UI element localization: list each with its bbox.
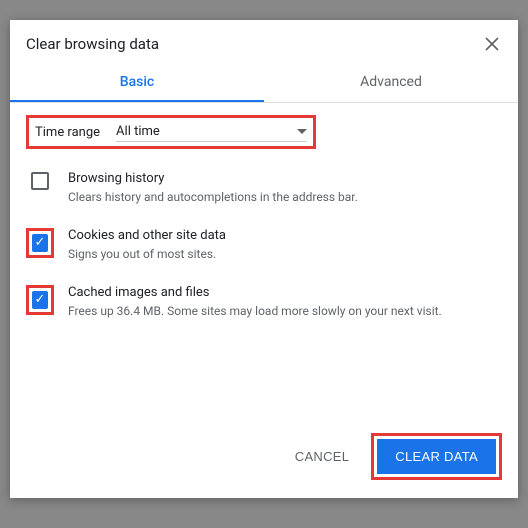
clear-browsing-data-dialog: Clear browsing data Basic Advanced Time … [10, 20, 518, 498]
checkbox-cached[interactable]: ✓ [32, 291, 48, 309]
option-cookies: ✓ Cookies and other site data Signs you … [26, 228, 502, 263]
clear-data-button[interactable]: CLEAR DATA [377, 439, 496, 474]
tab-basic[interactable]: Basic [10, 62, 264, 102]
dialog-title: Clear browsing data [26, 35, 159, 53]
time-range-select[interactable]: All time [116, 122, 307, 142]
check-icon: ✓ [35, 293, 46, 306]
chevron-down-icon [297, 129, 307, 134]
time-range-row: Time range All time [26, 115, 316, 149]
option-title: Browsing history [68, 171, 502, 186]
time-range-label: Time range [35, 125, 100, 140]
option-desc: Clears history and autocompletions in th… [68, 189, 502, 206]
option-desc: Frees up 36.4 MB. Some sites may load mo… [68, 303, 502, 320]
checkbox-cookies[interactable]: ✓ [32, 234, 48, 252]
tabs: Basic Advanced [10, 62, 518, 103]
close-icon [485, 37, 499, 51]
dialog-footer: CANCEL CLEAR DATA [10, 419, 518, 498]
option-cached: ✓ Cached images and files Frees up 36.4 … [26, 285, 502, 320]
checkbox-browsing-history[interactable] [31, 172, 49, 190]
dialog-body: Time range All time Browsing history Cle… [10, 103, 518, 419]
option-title: Cookies and other site data [68, 228, 502, 243]
time-range-value: All time [116, 124, 160, 139]
option-desc: Signs you out of most sites. [68, 246, 502, 263]
option-title: Cached images and files [68, 285, 502, 300]
cancel-button[interactable]: CANCEL [281, 439, 364, 474]
tab-advanced[interactable]: Advanced [264, 62, 518, 102]
check-icon: ✓ [35, 236, 46, 249]
option-browsing-history: Browsing history Clears history and auto… [26, 171, 502, 206]
dialog-header: Clear browsing data [10, 20, 518, 62]
close-button[interactable] [482, 34, 502, 54]
